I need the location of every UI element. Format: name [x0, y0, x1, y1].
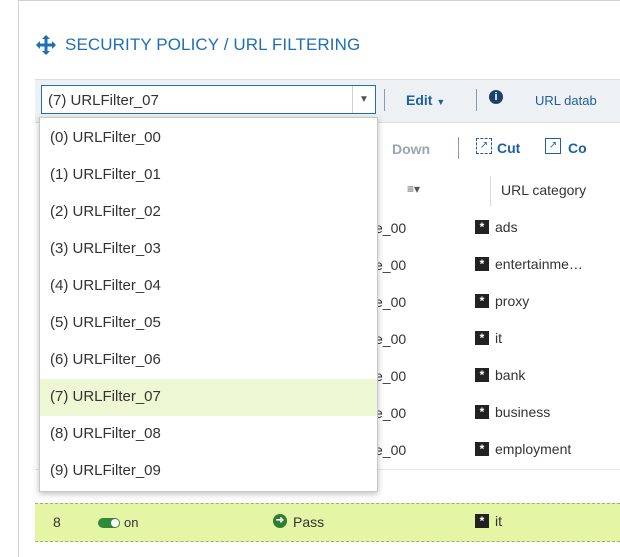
row-category-label: it: [495, 330, 502, 346]
action-label: Pass: [293, 514, 325, 530]
url-category-icon: *: [475, 220, 489, 234]
url-database-button[interactable]: URL datab: [535, 93, 597, 108]
url-category-icon: *: [475, 257, 489, 271]
row-category-label: business: [495, 404, 551, 420]
row-number: 8: [53, 514, 61, 530]
dropdown-option[interactable]: (9) URLFilter_09: [40, 453, 377, 490]
url-category-icon: *: [475, 331, 489, 345]
column-separator: [490, 176, 491, 206]
option-label: (7) URLFilter_07: [50, 388, 161, 405]
row-category: * it: [475, 330, 502, 346]
dropdown-option[interactable]: (0) URLFilter_00: [40, 120, 377, 157]
dropdown-option[interactable]: (4) URLFilter_04: [40, 268, 377, 305]
filter-select-value: (7) URLFilter_07: [48, 92, 159, 109]
row-category: * business: [475, 404, 550, 420]
edit-menu-button[interactable]: Edit ▼: [406, 92, 445, 108]
security-policy-icon: [36, 35, 56, 55]
row-name: e_00: [375, 405, 407, 421]
row-name: e_00: [375, 257, 407, 273]
row-category-label: ads: [495, 219, 518, 235]
copy-icon: ↗: [545, 138, 561, 154]
toolbar-separator: [476, 89, 477, 111]
option-label: (2) URLFilter_02: [50, 203, 161, 220]
row-category-label: bank: [495, 367, 526, 383]
row-name: e_00: [375, 368, 407, 384]
row-category: * ads: [475, 219, 518, 235]
pass-icon: ➜: [273, 514, 287, 528]
cut-button[interactable]: Cut: [497, 140, 520, 156]
row-name: e_00: [375, 220, 407, 236]
url-category-icon: *: [475, 514, 489, 528]
status-label: on: [124, 515, 139, 530]
page-title-text: SECURITY POLICY / URL FILTERING: [65, 35, 361, 54]
option-label: (8) URLFilter_08: [50, 425, 161, 442]
row-category-label: employment: [495, 441, 572, 457]
sort-icon[interactable]: ≡▾: [407, 182, 420, 196]
edit-menu-label: Edit: [406, 92, 433, 108]
dropdown-option[interactable]: (1) URLFilter_01: [40, 157, 377, 194]
table-row-selected[interactable]: 8 on ➜ Pass * it: [35, 503, 620, 542]
filter-dropdown-list: (0) URLFilter_00 (1) URLFilter_01 (2) UR…: [39, 117, 378, 492]
option-label: (9) URLFilter_09: [50, 462, 161, 479]
row-category: * employment: [475, 441, 571, 457]
dropdown-option[interactable]: (8) URLFilter_08: [40, 416, 377, 453]
toolbar-separator: [458, 137, 459, 159]
page-title: SECURITY POLICY / URL FILTERING: [35, 30, 360, 60]
dropdown-option[interactable]: (5) URLFilter_05: [40, 305, 377, 342]
option-label: (1) URLFilter_01: [50, 166, 161, 183]
dropdown-option[interactable]: (6) URLFilter_06: [40, 342, 377, 379]
status-toggle[interactable]: [98, 518, 120, 528]
option-label: (4) URLFilter_04: [50, 277, 161, 294]
url-category-icon: *: [475, 442, 489, 456]
row-category: * bank: [475, 367, 525, 383]
info-icon[interactable]: i: [489, 90, 503, 104]
option-label: (3) URLFilter_03: [50, 240, 161, 257]
row-category: * entertainme…: [475, 256, 583, 272]
url-category-icon: *: [475, 368, 489, 382]
move-down-button[interactable]: Down: [392, 141, 430, 157]
option-label: (0) URLFilter_00: [50, 129, 161, 146]
row-name: e_00: [375, 442, 407, 458]
url-category-icon: *: [475, 294, 489, 308]
caret-down-icon: ▼: [436, 97, 446, 107]
toolbar-separator: [384, 89, 385, 111]
row-name: e_00: [375, 294, 407, 310]
dropdown-option-selected[interactable]: (7) URLFilter_07: [40, 379, 377, 416]
row-category-label: proxy: [495, 293, 530, 309]
row-name: e_00: [375, 331, 407, 347]
filter-select[interactable]: (7) URLFilter_07 ▼: [41, 85, 376, 114]
row-category-label: it: [495, 513, 502, 529]
cut-icon: ↗: [476, 138, 492, 154]
chevron-down-icon[interactable]: ▼: [352, 86, 375, 113]
url-category-icon: *: [475, 405, 489, 419]
row-category: * proxy: [475, 293, 529, 309]
option-label: (6) URLFilter_06: [50, 351, 161, 368]
column-header-url-category[interactable]: URL category: [501, 182, 586, 198]
row-category: * it: [475, 513, 502, 529]
option-label: (5) URLFilter_05: [50, 314, 161, 331]
row-category-label: entertainme…: [495, 256, 583, 272]
dropdown-option[interactable]: (3) URLFilter_03: [40, 231, 377, 268]
copy-button[interactable]: Co: [568, 140, 587, 156]
dropdown-option[interactable]: (2) URLFilter_02: [40, 194, 377, 231]
